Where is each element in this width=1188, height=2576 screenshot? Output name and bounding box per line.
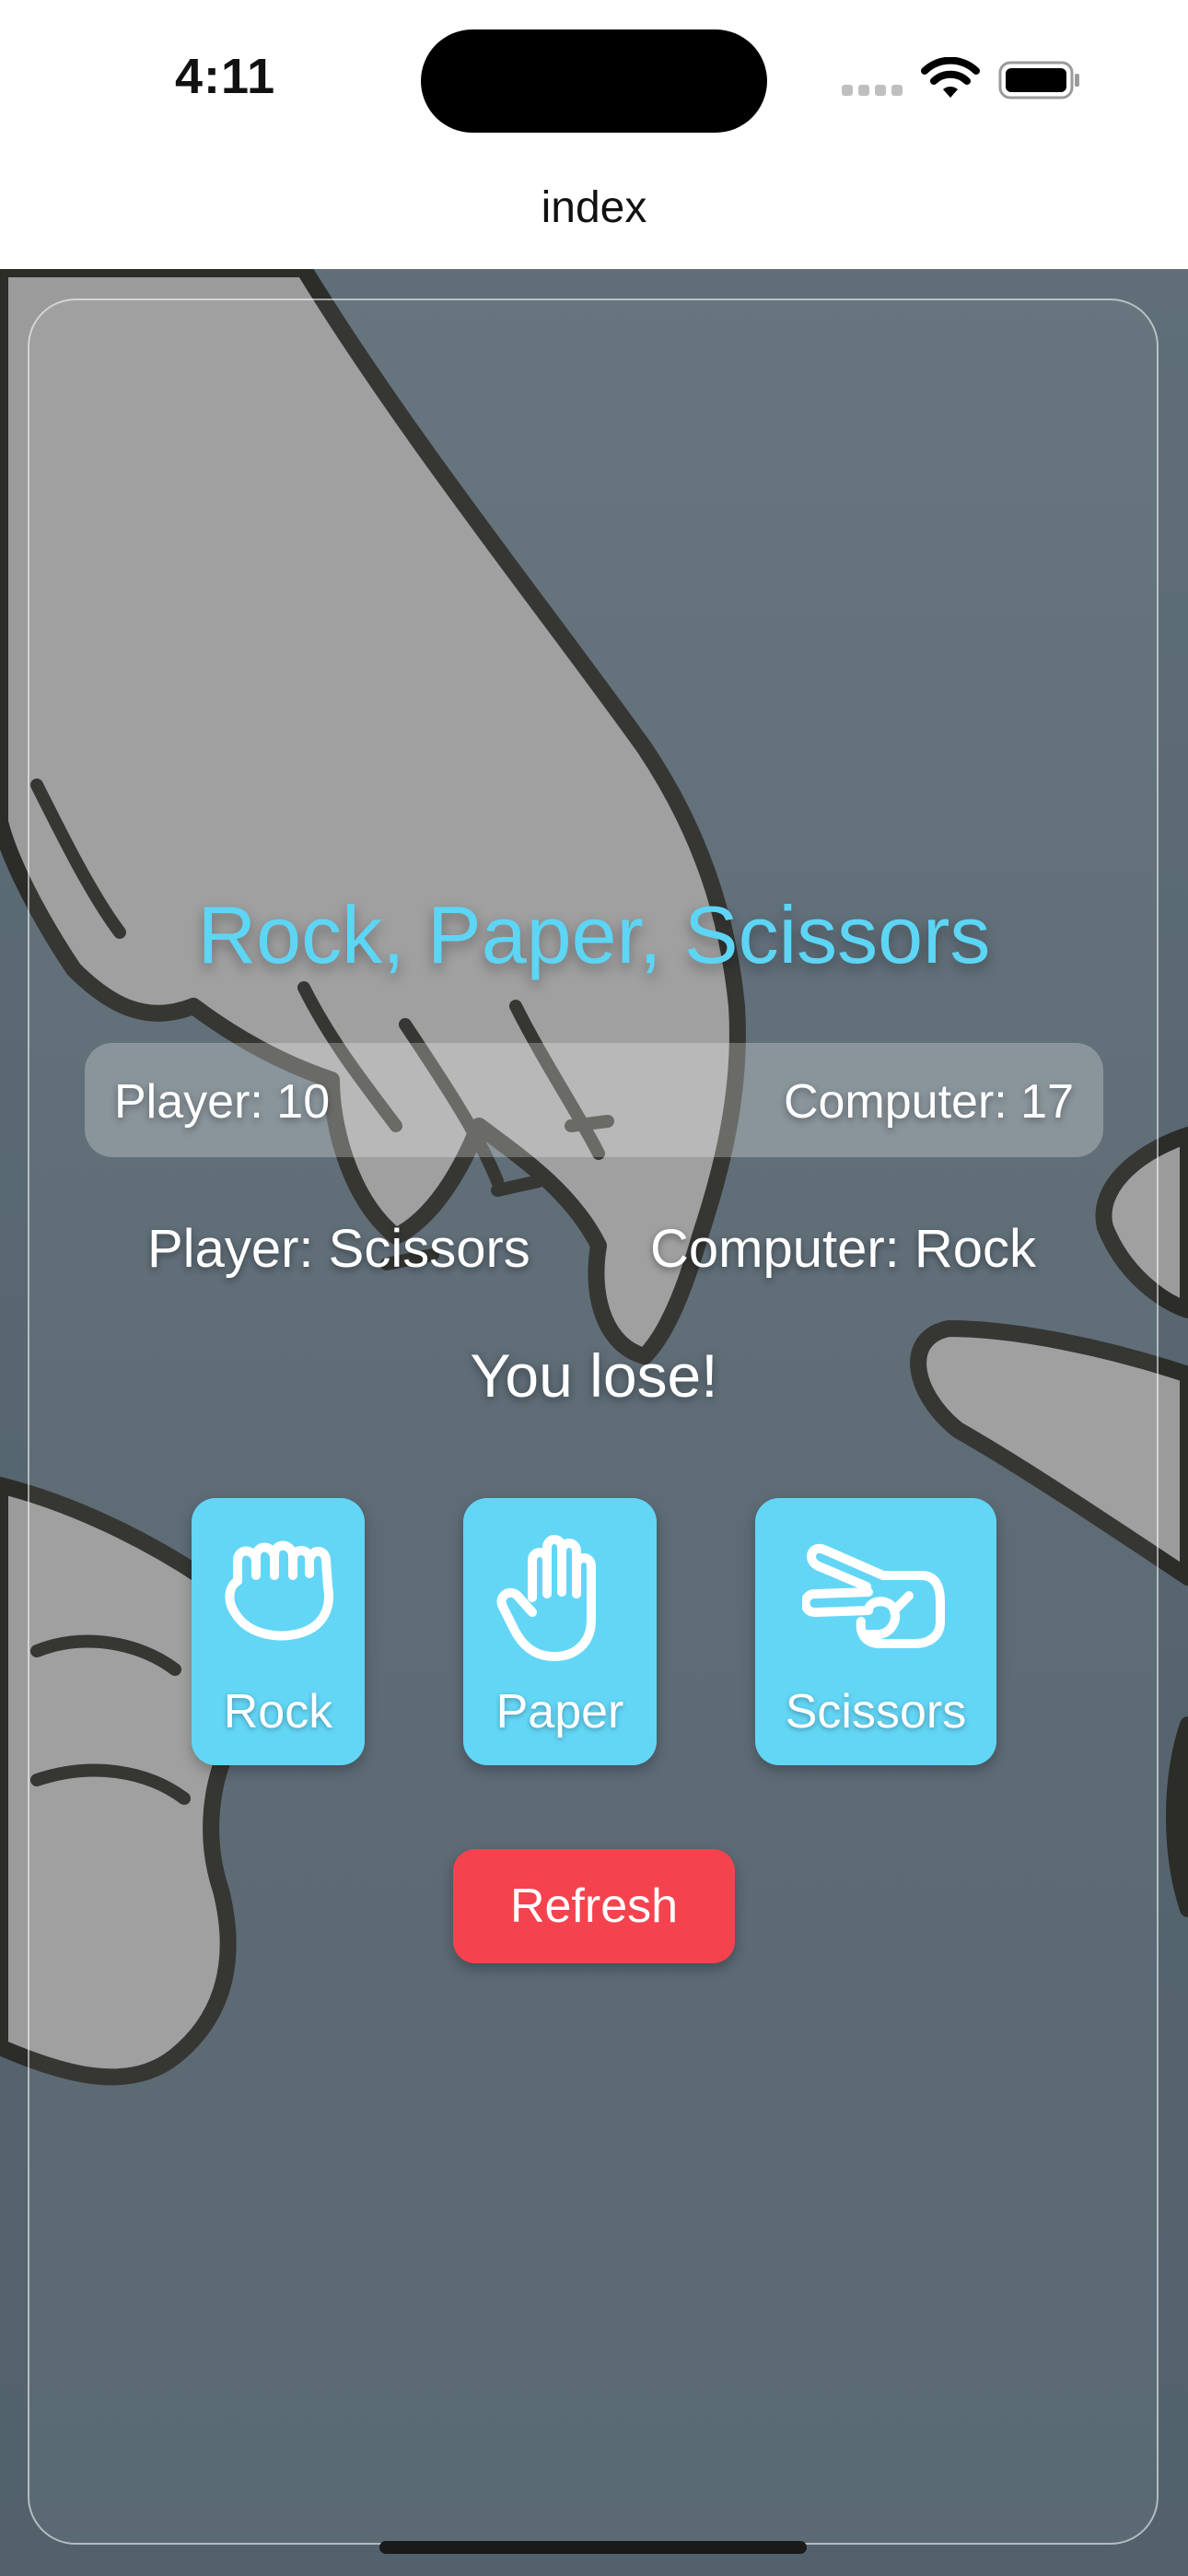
navigation-bar: index — [0, 138, 1188, 269]
game-screen: Rock, Paper, Scissors Player: 10 Compute… — [0, 269, 1188, 2576]
status-time: 4:11 — [175, 49, 276, 104]
game-title: Rock, Paper, Scissors — [197, 889, 991, 980]
home-indicator — [379, 2541, 807, 2554]
wifi-icon — [921, 57, 980, 98]
status-bar: 4:11 — [0, 0, 1188, 138]
round-result: You lose! — [470, 1341, 718, 1410]
scissors-button[interactable]: Scissors — [755, 1498, 996, 1765]
rock-button[interactable]: Rock — [192, 1498, 365, 1765]
paper-button[interactable]: Paper — [463, 1498, 657, 1765]
cellular-signal-icon — [842, 76, 904, 96]
rock-hand-icon — [225, 1540, 333, 1641]
rock-label: Rock — [223, 1685, 333, 1739]
scissors-hand-icon — [802, 1543, 945, 1648]
computer-score: Computer: 17 — [783, 1075, 1074, 1129]
scissors-label: Scissors — [785, 1685, 967, 1739]
nav-title: index — [541, 183, 647, 232]
player-score: Player: 10 — [114, 1075, 331, 1129]
scoreboard: Player: 10 Computer: 17 — [85, 1043, 1103, 1157]
paper-label: Paper — [495, 1685, 624, 1739]
player-choice: Player: Scissors — [147, 1219, 530, 1279]
dynamic-island — [421, 29, 767, 133]
computer-choice: Computer: Rock — [650, 1219, 1037, 1279]
refresh-button[interactable]: Refresh — [453, 1849, 735, 1963]
battery-icon — [998, 61, 1079, 100]
paper-hand-icon — [496, 1535, 596, 1661]
glass-panel — [28, 299, 1159, 2545]
